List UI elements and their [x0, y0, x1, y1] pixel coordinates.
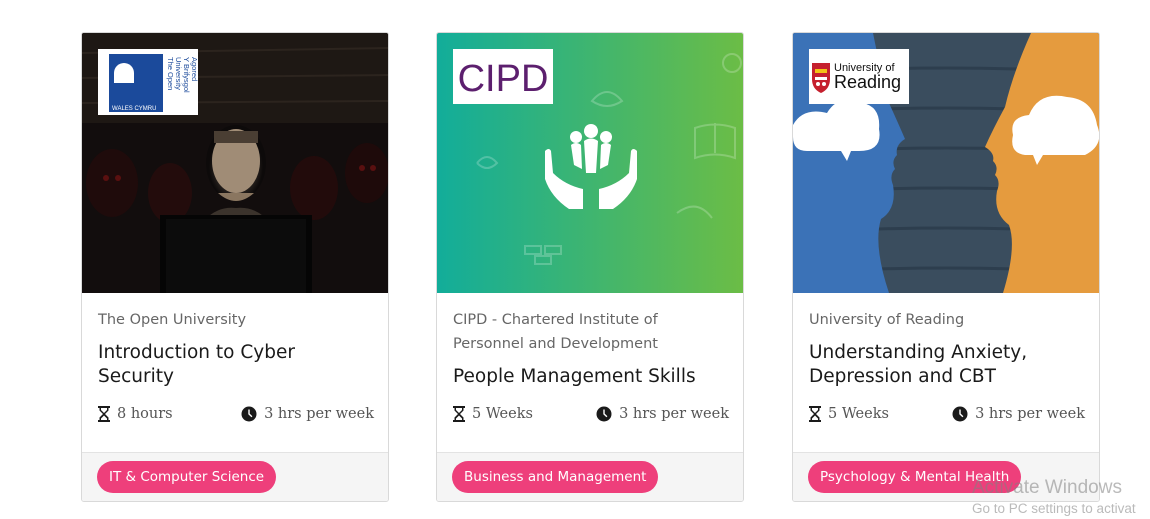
watermark-subtitle: Go to PC settings to activat: [972, 501, 1136, 516]
svg-text:University: University: [174, 57, 183, 90]
clock-icon: [241, 406, 257, 422]
course-title[interactable]: Introduction to Cyber Security: [98, 341, 374, 389]
category-badge[interactable]: IT & Computer Science: [97, 461, 277, 493]
university-of-reading-logo: University of Reading: [809, 49, 909, 104]
watermark-title: Activate Windows: [972, 477, 1122, 498]
hourglass-icon: [98, 406, 110, 422]
clock-icon: [596, 406, 612, 422]
course-duration: 5 Weeks: [472, 406, 533, 422]
svg-text:The Open: The Open: [166, 57, 175, 90]
svg-text:Agored: Agored: [190, 57, 198, 81]
course-image-anxiety-cbt[interactable]: University of Reading: [793, 33, 1099, 293]
course-provider: The Open University: [98, 312, 247, 328]
clock-icon: [952, 406, 968, 422]
course-meta: 8 hours 3 hrs per week: [98, 404, 374, 424]
course-image-cyber-security[interactable]: WALES CYMRU The Open University Y Brifys…: [82, 33, 388, 293]
course-effort: 3 hrs per week: [264, 406, 374, 422]
card-footer: IT & Computer Science: [82, 452, 388, 501]
svg-text:Y Brifysgol: Y Brifysgol: [182, 57, 191, 93]
open-university-logo: WALES CYMRU The Open University Y Brifys…: [98, 49, 198, 115]
course-title[interactable]: Understanding Anxiety, Depression and CB…: [809, 341, 1085, 389]
course-image-people-management[interactable]: CIPD: [437, 33, 743, 293]
course-effort: 3 hrs per week: [619, 406, 729, 422]
course-duration: 5 Weeks: [828, 406, 889, 422]
course-meta: 5 Weeks 3 hrs per week: [453, 404, 729, 424]
cipd-logo: CIPD: [453, 49, 553, 104]
hourglass-icon: [809, 406, 821, 422]
course-duration: 8 hours: [117, 406, 173, 422]
svg-text:Reading: Reading: [834, 72, 901, 92]
activate-windows-watermark: Activate Windows Go to PC settings to ac…: [972, 477, 1136, 519]
svg-text:WALES CYMRU: WALES CYMRU: [112, 106, 156, 112]
course-effort: 3 hrs per week: [975, 406, 1085, 422]
cipd-logo-text: CIPD: [458, 58, 549, 100]
course-meta: 5 Weeks 3 hrs per week: [809, 404, 1085, 424]
course-card[interactable]: CIPD CIPD - Chartered Institute of Perso…: [436, 32, 744, 502]
course-provider: CIPD - Chartered Institute of Personnel …: [453, 312, 658, 352]
hourglass-icon: [453, 406, 465, 422]
course-card[interactable]: WALES CYMRU The Open University Y Brifys…: [81, 32, 389, 502]
course-card[interactable]: University of Reading University of Read…: [792, 32, 1100, 502]
course-title[interactable]: People Management Skills: [453, 365, 729, 389]
course-provider: University of Reading: [809, 312, 965, 328]
category-badge[interactable]: Business and Management: [452, 461, 659, 493]
card-footer: Business and Management: [437, 452, 743, 501]
